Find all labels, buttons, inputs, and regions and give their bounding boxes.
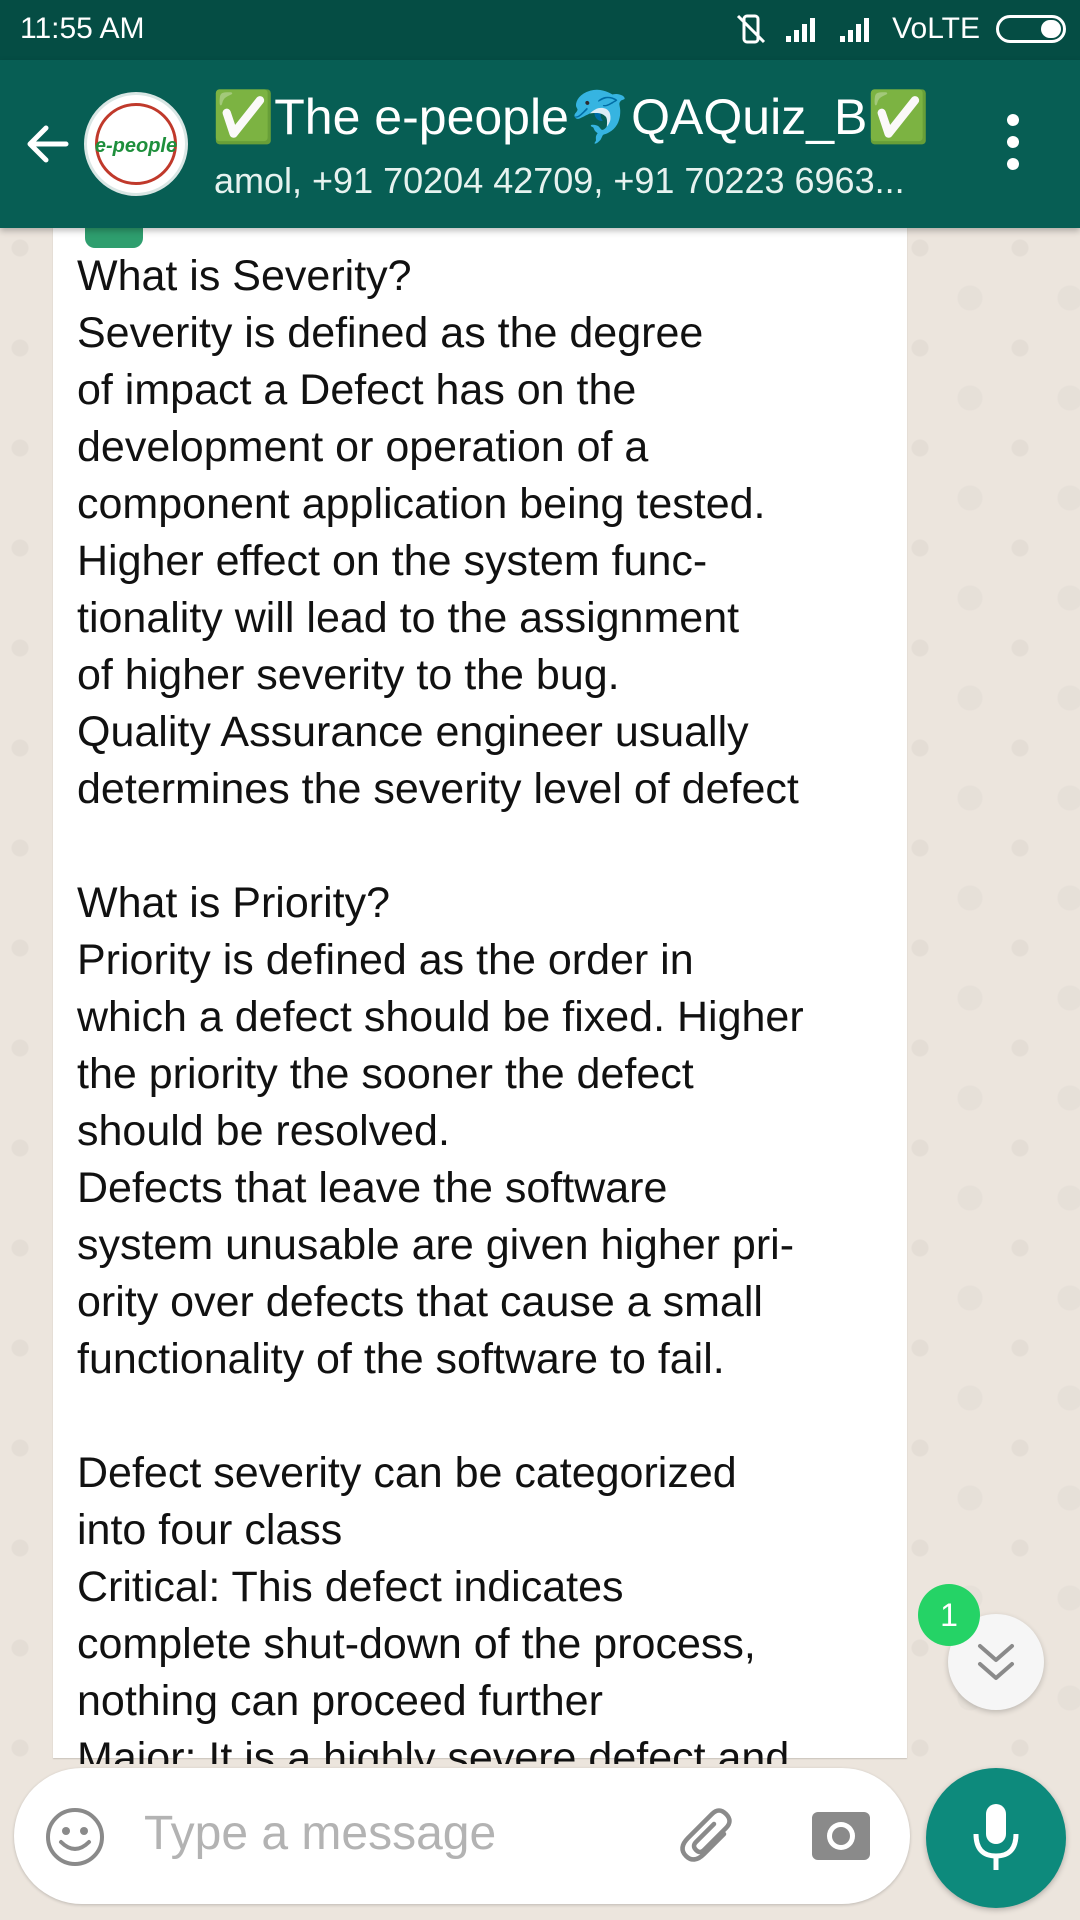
message-line: of higher severity to the bug. (77, 651, 620, 699)
message-line: Severity is defined as the degree (77, 309, 704, 357)
emoji-icon[interactable] (44, 1806, 106, 1868)
message-line: Major: It is a highly severe defect and (77, 1734, 790, 1764)
message-line: the priority the sooner the defect (77, 1050, 694, 1098)
message-line (77, 1388, 897, 1445)
signal-icon-2 (840, 18, 870, 42)
message-line: into four class (77, 1506, 343, 1554)
status-time: 11:55 AM (20, 12, 145, 45)
chat-header[interactable]: e-people ✅The e-people🐬QAQuiz_B✅ amol, +… (0, 60, 1080, 228)
message-line: Defects that leave the software (77, 1164, 668, 1212)
message-line: should be resolved. (77, 1107, 450, 1155)
status-bar: 11:55 AM VoLTE (0, 0, 1080, 60)
message-bubble[interactable]: What is Severity? Severity is defined as … (53, 228, 907, 1764)
avatar-logo-text: e-people (94, 135, 178, 157)
group-avatar[interactable]: e-people (84, 92, 188, 196)
message-line: Higher effect on the system func- (77, 537, 708, 585)
message-text: What is Severity? Severity is defined as … (77, 248, 897, 1764)
camera-icon[interactable] (810, 1806, 872, 1864)
status-icons: VoLTE (734, 12, 1066, 46)
message-line: determines the severity level of defect (77, 765, 799, 813)
message-line: component application being tested. (77, 480, 766, 528)
message-line: What is Severity? (77, 252, 412, 300)
unread-badge: 1 (918, 1584, 980, 1646)
chevron-down-icon (978, 1644, 1014, 1680)
message-line: ority over defects that cause a small (77, 1278, 763, 1326)
message-line: of impact a Defect has on the (77, 366, 637, 414)
message-line: Critical: This defect indicates (77, 1563, 624, 1611)
message-input-bar[interactable]: Type a message (14, 1768, 910, 1904)
mic-button[interactable] (926, 1768, 1066, 1908)
signal-icon (786, 18, 816, 42)
battery-icon (996, 15, 1066, 43)
mic-icon (973, 1804, 1019, 1870)
back-arrow-icon[interactable] (20, 116, 76, 172)
message-line: complete shut-down of the process, (77, 1620, 756, 1668)
network-label: VoLTE (892, 12, 980, 45)
attach-icon[interactable] (674, 1804, 744, 1874)
message-line (77, 818, 897, 875)
message-line: Priority is defined as the order in (77, 936, 694, 984)
message-line: development or operation of a (77, 423, 649, 471)
mute-vibrate-icon (737, 14, 766, 44)
check-emoji-icon (85, 228, 143, 248)
message-line: which a defect should be fixed. Higher (77, 993, 804, 1041)
message-input[interactable]: Type a message (144, 1806, 496, 1861)
group-title[interactable]: ✅The e-people🐬QAQuiz_B✅ (212, 88, 972, 147)
chat-area[interactable]: What is Severity? Severity is defined as … (0, 228, 1080, 1764)
message-line: What is Priority? (77, 879, 391, 927)
message-line: Quality Assurance engineer usually (77, 708, 749, 756)
group-participants[interactable]: amol, +91 70204 42709, +91 70223 6963... (214, 160, 954, 202)
message-line: Defect severity can be categorized (77, 1449, 737, 1497)
more-vert-icon[interactable] (998, 114, 1028, 174)
message-line: tionality will lead to the assignment (77, 594, 740, 642)
message-line: nothing can proceed further (77, 1677, 603, 1725)
message-line: functionality of the software to fail. (77, 1335, 725, 1383)
message-line: system unusable are given higher pri- (77, 1221, 795, 1269)
